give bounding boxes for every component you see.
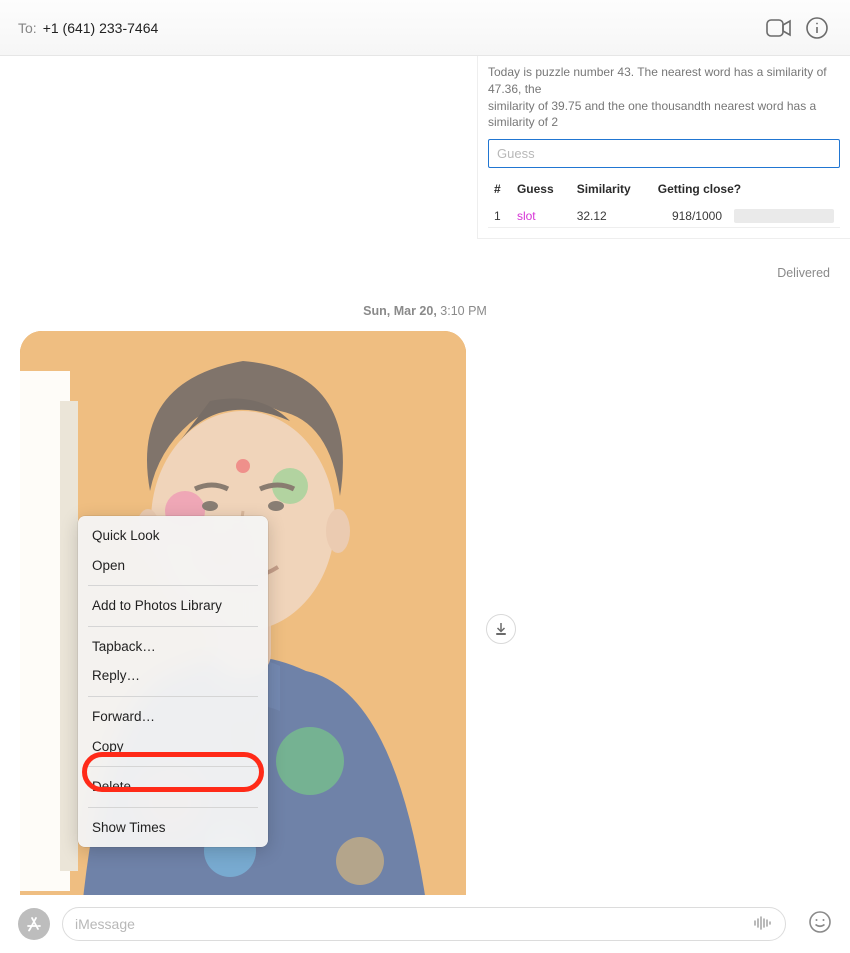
menu-show-times[interactable]: Show Times bbox=[78, 813, 268, 843]
facetime-video-icon[interactable] bbox=[764, 13, 794, 43]
menu-separator bbox=[88, 807, 258, 808]
menu-open[interactable]: Open bbox=[78, 551, 268, 581]
menu-reply[interactable]: Reply… bbox=[78, 661, 268, 691]
app-store-icon[interactable] bbox=[18, 908, 50, 940]
message-timestamp: Sun, Mar 20, 3:10 PM bbox=[0, 304, 850, 318]
th-close: Getting close? bbox=[652, 178, 840, 204]
table-row: 1 slot 32.12 918/1000 bbox=[488, 204, 840, 227]
menu-separator bbox=[88, 766, 258, 767]
menu-forward[interactable]: Forward… bbox=[78, 702, 268, 732]
to-label: To: bbox=[18, 20, 37, 36]
progress-bar bbox=[734, 209, 834, 223]
emoji-picker-icon[interactable] bbox=[808, 910, 832, 939]
th-number: # bbox=[488, 178, 511, 204]
message-input-bar: iMessage bbox=[0, 895, 850, 953]
menu-tapback[interactable]: Tapback… bbox=[78, 632, 268, 662]
context-menu: Quick Look Open Add to Photos Library Ta… bbox=[78, 516, 268, 847]
cell-similarity: 32.12 bbox=[571, 204, 652, 227]
preview-text-line2: similarity of 39.75 and the one thousand… bbox=[488, 98, 840, 132]
cell-guess: slot bbox=[511, 204, 571, 227]
audio-message-icon[interactable] bbox=[753, 915, 773, 934]
menu-quick-look[interactable]: Quick Look bbox=[78, 521, 268, 551]
menu-copy[interactable]: Copy bbox=[78, 732, 268, 762]
guess-input[interactable] bbox=[488, 139, 840, 168]
preview-text-line1: Today is puzzle number 43. The nearest w… bbox=[488, 64, 840, 98]
menu-add-to-photos[interactable]: Add to Photos Library bbox=[78, 591, 268, 621]
cell-close: 918/1000 bbox=[652, 204, 728, 227]
to-value: +1 (641) 233-7464 bbox=[43, 20, 159, 36]
timestamp-day: Sun, Mar 20, bbox=[363, 304, 437, 318]
download-attachment-button[interactable] bbox=[486, 614, 516, 644]
menu-separator bbox=[88, 696, 258, 697]
cell-number: 1 bbox=[488, 204, 511, 227]
th-similarity: Similarity bbox=[571, 178, 652, 204]
message-compose-field[interactable]: iMessage bbox=[62, 907, 786, 941]
menu-separator bbox=[88, 585, 258, 586]
conversation-area: Today is puzzle number 43. The nearest w… bbox=[0, 56, 850, 895]
menu-delete[interactable]: Delete… bbox=[78, 772, 268, 802]
timestamp-time: 3:10 PM bbox=[440, 304, 487, 318]
th-guess: Guess bbox=[511, 178, 571, 204]
conversation-header: To: +1 (641) 233-7464 bbox=[0, 0, 850, 56]
menu-separator bbox=[88, 626, 258, 627]
guess-table: # Guess Similarity Getting close? 1 slot… bbox=[488, 178, 840, 228]
delivered-status: Delivered bbox=[777, 266, 830, 280]
info-icon[interactable] bbox=[802, 13, 832, 43]
compose-placeholder: iMessage bbox=[75, 916, 753, 932]
message-web-preview[interactable]: Today is puzzle number 43. The nearest w… bbox=[477, 56, 850, 239]
